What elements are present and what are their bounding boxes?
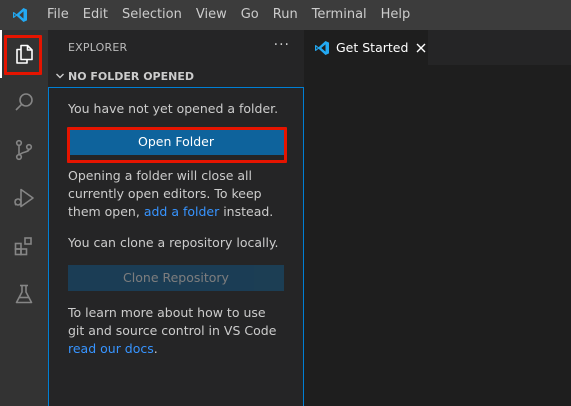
run-debug-icon [12, 186, 36, 210]
activity-explorer[interactable] [0, 30, 48, 78]
menu-go[interactable]: Go [234, 0, 266, 30]
open-folder-button[interactable]: Open Folder [68, 129, 284, 155]
no-folder-section-header[interactable]: NO FOLDER OPENED [48, 65, 304, 87]
clone-description: You can clone a repository locally. [68, 235, 279, 250]
sidebar-header: EXPLORER ··· [48, 30, 304, 65]
explorer-sidebar: EXPLORER ··· NO FOLDER OPENED You have n… [48, 30, 304, 406]
testing-flask-icon [12, 282, 36, 306]
git-docs-text: To learn more about how to use git and s… [68, 305, 277, 338]
git-docs-description: To learn more about how to use git and s… [68, 304, 284, 358]
close-icon[interactable] [415, 42, 427, 54]
section-title: NO FOLDER OPENED [68, 69, 194, 83]
git-docs-text-end: . [153, 341, 158, 356]
menu-terminal[interactable]: Terminal [305, 0, 374, 30]
sidebar-title: EXPLORER [68, 41, 128, 54]
open-folder-description: Opening a folder will close all currentl… [68, 167, 284, 221]
menu-view[interactable]: View [189, 0, 234, 30]
chevron-down-icon [52, 68, 68, 84]
extensions-icon [12, 234, 36, 258]
activity-run-debug[interactable] [0, 174, 48, 222]
clone-repository-button[interactable]: Clone Repository [68, 265, 284, 291]
source-control-icon [12, 138, 36, 162]
title-bar: File Edit Selection View Go Run Terminal… [0, 0, 571, 30]
more-actions-icon[interactable]: ··· [274, 37, 290, 53]
menu-edit[interactable]: Edit [76, 0, 115, 30]
description-text-end: instead. [219, 204, 274, 219]
no-folder-message: You have not yet opened a folder. [68, 101, 279, 116]
welcome-view: You have not yet opened a folder. Open F… [48, 87, 304, 406]
menu-run[interactable]: Run [266, 0, 305, 30]
activity-bar [0, 30, 48, 406]
search-icon [12, 90, 36, 114]
menu-file[interactable]: File [40, 0, 76, 30]
active-indicator [0, 30, 2, 78]
editor-area [304, 65, 571, 406]
activity-search[interactable] [0, 78, 48, 126]
menu-help[interactable]: Help [374, 0, 418, 30]
add-folder-link[interactable]: add a folder [144, 204, 219, 219]
tab-label: Get Started [336, 40, 409, 55]
tab-get-started[interactable]: Get Started [304, 30, 428, 65]
files-icon [12, 42, 36, 66]
vscode-tab-icon [314, 40, 330, 56]
vscode-logo-icon [0, 0, 40, 30]
activity-testing[interactable] [0, 270, 48, 318]
editor-tab-bar: Get Started [304, 30, 571, 65]
activity-source-control[interactable] [0, 126, 48, 174]
activity-extensions[interactable] [0, 222, 48, 270]
menu-selection[interactable]: Selection [115, 0, 189, 30]
read-docs-link[interactable]: read our docs [68, 341, 154, 356]
